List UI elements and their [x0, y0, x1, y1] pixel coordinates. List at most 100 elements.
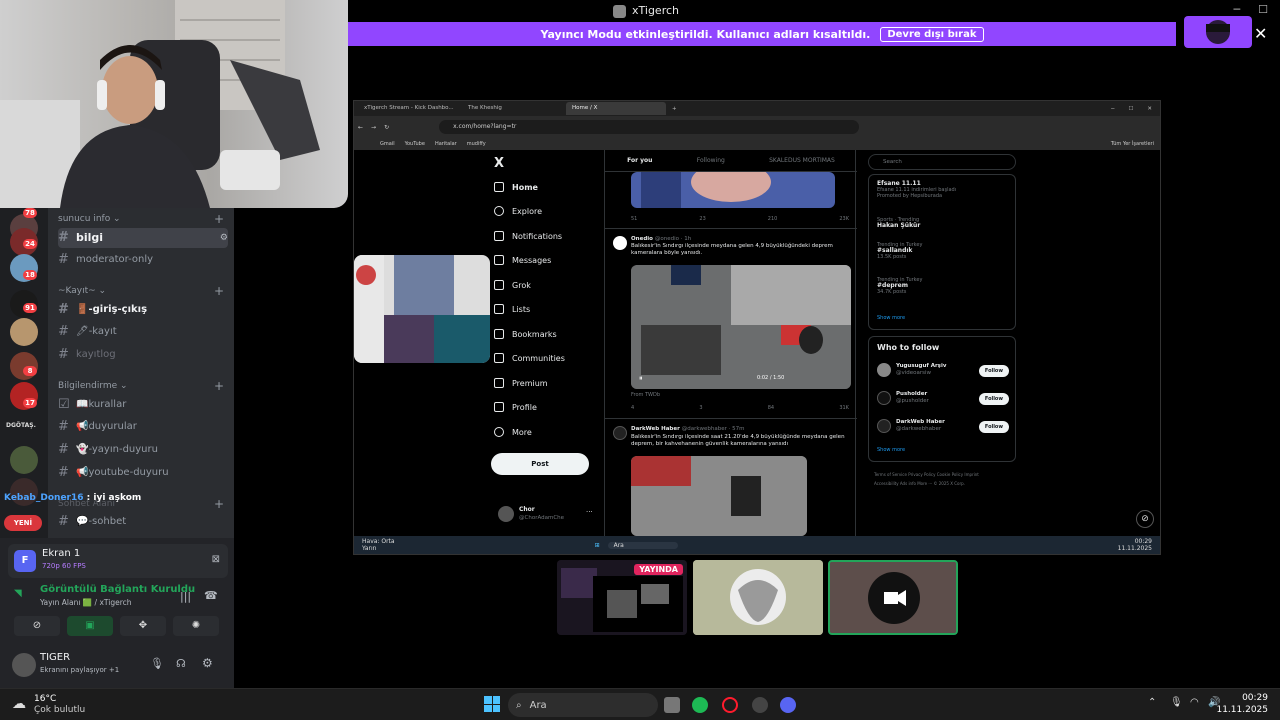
user-settings-icon[interactable]: ⚙: [202, 656, 213, 670]
tab-for-you[interactable]: For you: [627, 157, 652, 164]
grok-icon[interactable]: ⊘: [1136, 510, 1154, 528]
inner-weather[interactable]: Hava: Orta Yarın: [362, 538, 395, 552]
task-view-icon[interactable]: [664, 697, 680, 713]
channel-youtube-duyuru[interactable]: # 📢youtube-duyuru: [58, 463, 228, 483]
bookmark-item[interactable]: mudiffy: [467, 141, 486, 147]
server-icon[interactable]: [10, 446, 38, 474]
start-icon[interactable]: ⊞: [595, 542, 600, 549]
trend-item[interactable]: Trending in Turkey #deprem 34.7K posts: [877, 277, 922, 295]
view-count[interactable]: 31K: [839, 405, 849, 411]
category-header[interactable]: ~Kayıt~ ⌄: [58, 286, 106, 296]
wifi-icon[interactable]: ◠: [1190, 697, 1199, 708]
category-header[interactable]: sunucu info ⌄: [58, 214, 121, 224]
discord-icon[interactable]: [780, 697, 796, 713]
opera-icon[interactable]: [722, 697, 738, 713]
channel-giris-cikis[interactable]: # 🚪-giriş-çıkış: [58, 300, 228, 320]
reply-count[interactable]: 51: [631, 216, 637, 222]
server-icon[interactable]: [10, 318, 38, 346]
server-label[interactable]: DGÖTAŞ.: [6, 422, 36, 429]
post-button[interactable]: Post: [491, 453, 589, 475]
nav-messages[interactable]: Messages: [494, 255, 551, 265]
follow-button[interactable]: Follow: [978, 393, 1009, 405]
nav-notifications[interactable]: Notifications: [494, 231, 562, 241]
mic-icon[interactable]: 🎙: [150, 657, 164, 670]
reply-count[interactable]: 4: [631, 405, 634, 411]
author-name[interactable]: Onedio: [631, 236, 653, 242]
stream-thumbnail[interactable]: YAYINDA: [557, 560, 687, 635]
tab-following[interactable]: Following: [697, 157, 725, 164]
browser-tab[interactable]: Home / X: [566, 102, 666, 115]
channel-bilgi[interactable]: # bilgi ⚙: [58, 228, 228, 248]
soundboard-icon[interactable]: ✺: [173, 616, 219, 636]
nav-lists[interactable]: Lists: [494, 304, 530, 314]
channel-moderator-only[interactable]: # moderator-only: [58, 250, 228, 270]
channel-yayin-duyuru[interactable]: # 👻-yayın-duyuru: [58, 440, 228, 460]
screen-share-card[interactable]: F Ekran 1 720p 60 FPS ⊠: [8, 544, 228, 578]
participant-tile[interactable]: [693, 560, 823, 635]
like-count[interactable]: 84: [768, 405, 774, 411]
chevron-up-icon[interactable]: ⌃: [1148, 697, 1156, 708]
nav-communities[interactable]: Communities: [494, 353, 565, 363]
repost-count[interactable]: 3: [699, 405, 702, 411]
add-channel-icon[interactable]: +: [214, 284, 224, 298]
reload-icon[interactable]: ↻: [384, 124, 389, 131]
minimize-icon[interactable]: ─: [1234, 3, 1241, 16]
nav-more[interactable]: More: [494, 427, 532, 437]
post-source[interactable]: From TWDb: [631, 392, 660, 398]
disable-streamer-mode-button[interactable]: Devre dışı bırak: [880, 26, 984, 42]
add-channel-icon[interactable]: +: [214, 497, 224, 511]
account-name[interactable]: Chor: [519, 506, 535, 513]
noise-icon[interactable]: |||: [180, 590, 191, 603]
trend-item[interactable]: Efsane 11.11 Efsane 11.11 indirimleri baş…: [877, 181, 956, 200]
account-avatar[interactable]: [498, 506, 514, 522]
follow-button[interactable]: Follow: [978, 365, 1009, 377]
more-icon[interactable]: ···: [586, 508, 593, 516]
channel-sohbet[interactable]: # 💬-sohbet: [58, 512, 228, 532]
avatar[interactable]: [12, 653, 36, 677]
close-icon[interactable]: ✕: [1254, 24, 1267, 43]
taskbar-search[interactable]: ⌕ Ara: [508, 693, 658, 717]
search-input[interactable]: Search: [868, 154, 1016, 170]
voice-channel[interactable]: Yayın Alanı 🟩 / xTigerch: [40, 598, 132, 607]
category-header[interactable]: Bilgilendirme ⌄: [58, 381, 128, 391]
mic-icon[interactable]: 🎙: [1170, 697, 1183, 708]
nav-bookmarks[interactable]: Bookmarks: [494, 329, 557, 339]
channel-kurallar[interactable]: ☑ 📖kurallar: [58, 395, 228, 415]
spotify-icon[interactable]: [692, 697, 708, 713]
steam-icon[interactable]: [752, 697, 768, 713]
maximize-icon[interactable]: ☐: [1128, 106, 1133, 112]
nav-premium[interactable]: Premium: [494, 378, 548, 388]
bookmark-item[interactable]: YouTube: [405, 141, 425, 147]
disconnect-icon[interactable]: ☎: [204, 589, 218, 602]
clock-time[interactable]: 00:29: [1226, 693, 1268, 703]
inner-search[interactable]: Ara: [607, 541, 678, 549]
view-count[interactable]: 23K: [839, 216, 849, 222]
back-icon[interactable]: ←: [358, 124, 363, 131]
screen-share-icon[interactable]: ▣: [67, 616, 113, 636]
add-channel-icon[interactable]: +: [214, 212, 224, 226]
new-badge[interactable]: YENİ: [4, 515, 42, 531]
show-more-link[interactable]: Show more: [877, 447, 905, 453]
channel-duyurular[interactable]: # 📢duyurular: [58, 417, 228, 437]
nav-home[interactable]: Home: [494, 182, 538, 192]
participant-tile[interactable]: [828, 560, 958, 635]
channel-kayitlog[interactable]: # kayıtlog: [58, 345, 228, 365]
close-icon[interactable]: ✕: [1147, 106, 1152, 112]
channel-kayit[interactable]: # 🖊-kayıt: [58, 322, 228, 342]
onedio-avatar[interactable]: [613, 236, 627, 250]
start-icon[interactable]: [484, 696, 500, 712]
post-image[interactable]: [631, 172, 835, 208]
footer-links[interactable]: Terms of Service Privacy Policy Cookie P…: [874, 470, 994, 488]
trend-item[interactable]: Sports · Trending Hakan Şükür: [877, 217, 920, 229]
nav-profile[interactable]: Profile: [494, 402, 537, 412]
maximize-icon[interactable]: ☐: [1258, 3, 1268, 16]
address-bar[interactable]: x.com/home?lang=tr: [439, 120, 860, 134]
browser-tab[interactable]: The Kheshig: [462, 102, 562, 115]
x-logo[interactable]: X: [494, 156, 504, 171]
repost-count[interactable]: 23: [699, 216, 705, 222]
clock-date[interactable]: 11.11.2025: [1212, 705, 1268, 715]
stop-share-icon[interactable]: ⊠: [212, 554, 220, 565]
bookmark-item[interactable]: Haritalar: [435, 141, 457, 147]
post-video[interactable]: [631, 265, 851, 389]
headphones-icon[interactable]: ☊: [176, 657, 186, 670]
